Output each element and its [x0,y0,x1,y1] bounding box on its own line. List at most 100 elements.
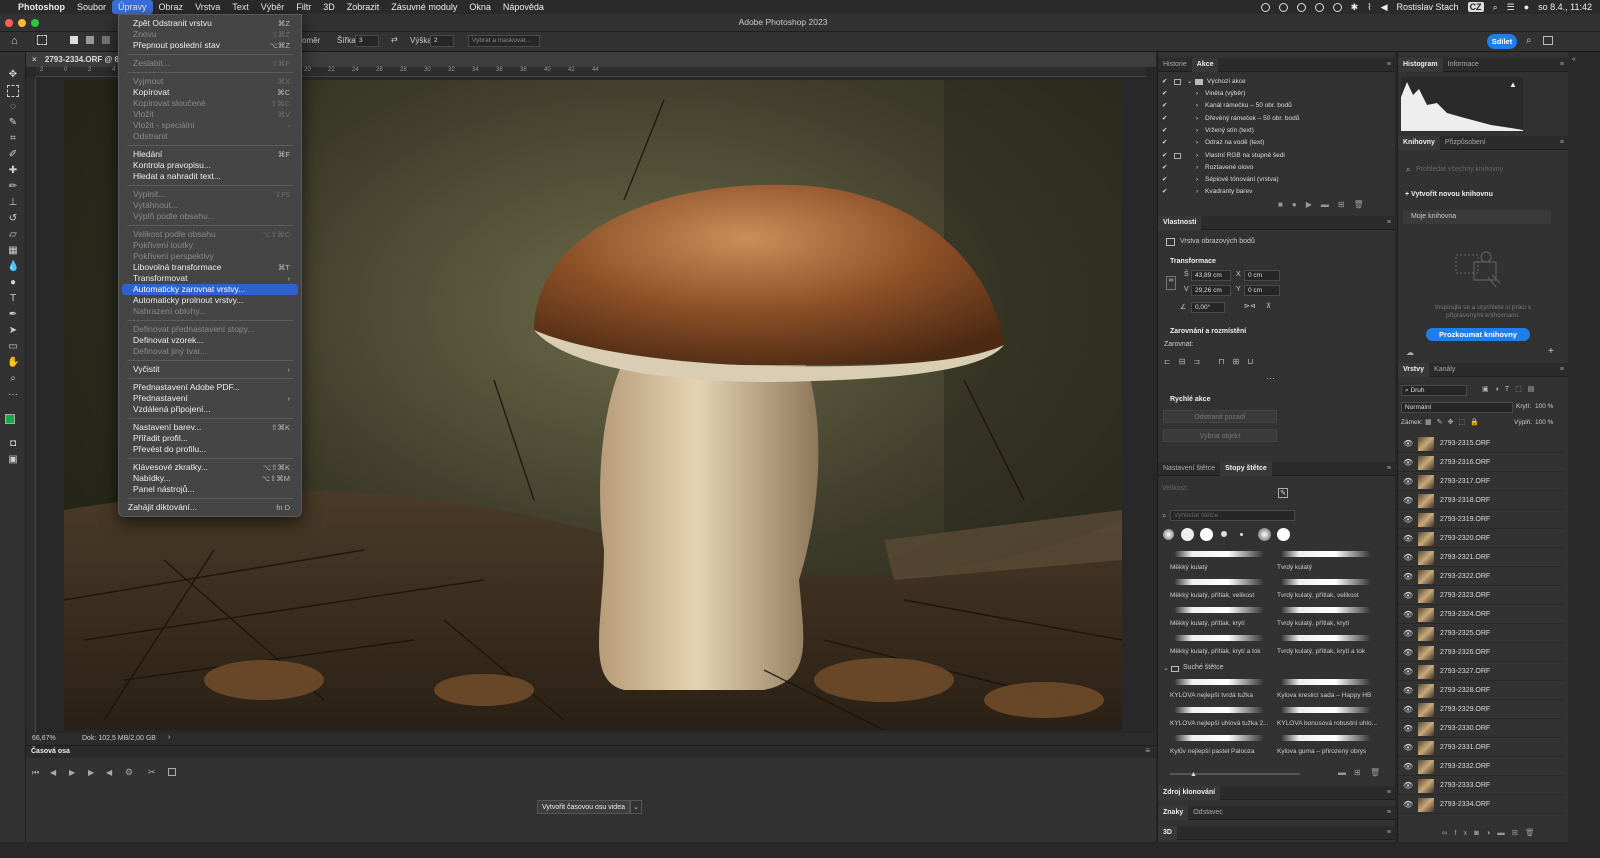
menu-item[interactable]: Nápověda [497,0,550,14]
edit-menu-item[interactable]: Hledat a nahradit text... [122,171,298,182]
brush-preset[interactable]: Měkký kulatý, přítlak, krytí [1170,604,1270,632]
share-button[interactable]: Sdílet [1487,34,1517,49]
menu-item[interactable]: Soubor [71,0,112,14]
close-document-icon[interactable]: × [32,55,37,64]
menu-item[interactable]: Obraz [153,0,190,14]
stop-icon[interactable]: ■ [1278,200,1292,209]
warning-icon[interactable]: ▲ [1509,80,1517,89]
layer-row[interactable]: 👁 2793-2319.ORF [1398,511,1563,529]
layer-row[interactable]: 👁 2793-2333.ORF [1398,777,1563,795]
edit-menu-item[interactable]: Kontrola pravopisu... [122,160,298,171]
layer-row[interactable]: 👁 2793-2334.ORF [1398,796,1563,814]
layer-row[interactable]: 👁 2793-2328.ORF [1398,682,1563,700]
filter-pixel-icon[interactable]: ▣ [1482,386,1495,393]
gradient-tool-icon[interactable]: ▦ [7,245,19,257]
align-right-icon[interactable]: ⊐ [1193,357,1208,366]
link-dimensions-icon[interactable]: ∞ [1166,276,1176,290]
checkmark-icon[interactable]: ✔ [1162,125,1167,137]
filter-smart-icon[interactable]: ▤ [1528,386,1541,393]
layer-row[interactable]: 👁 2793-2315.ORF [1398,435,1563,453]
edit-menu-item[interactable]: Pokřivení perspektivy [122,251,298,262]
menu-item[interactable]: Zobrazit [341,0,386,14]
new-layer-icon[interactable]: ⊞ [1512,828,1525,837]
expand-chevron-icon[interactable]: › [1196,100,1198,112]
lock-artboard-icon[interactable]: ⬚ [1458,419,1470,426]
menu-item[interactable]: 3D [317,0,341,14]
tab-3d[interactable]: 3D [1158,825,1177,840]
align-center-h-icon[interactable]: ⊟ [1179,357,1194,366]
library-search-input[interactable]: Prohledat všechny knihovny [1416,166,1556,177]
brush-tool-icon[interactable]: ✏ [7,181,19,193]
wifi-off-icon[interactable]: ⌇ [1367,2,1371,13]
marquee-tool-preset-icon[interactable] [37,35,47,45]
panel-menu-icon[interactable]: ≡ [1387,809,1395,816]
layer-row[interactable]: 👁 2793-2317.ORF [1398,473,1563,491]
new-brush-preset-icon[interactable]: ⊞ [1354,768,1361,777]
align-left-icon[interactable]: ⊏ [1164,357,1179,366]
tab-histogram[interactable]: Histogram [1398,57,1443,72]
checkmark-icon[interactable]: ✔ [1162,88,1167,100]
action-row[interactable]: ✔ › Viněta (výběr) [1158,88,1388,100]
panel-menu-icon[interactable]: ≡ [1387,61,1395,68]
play-action-icon[interactable]: ▶ [1306,200,1321,209]
checkmark-icon[interactable]: ✔ [1162,186,1167,198]
clock-icon[interactable] [1332,2,1342,12]
edit-menu-item[interactable]: Nabídky... ⌥⇧⌘M [122,473,298,484]
action-row[interactable]: ✔ › Vržený stín (text) [1158,125,1388,137]
action-set-row[interactable]: ✔ ⌄ Výchozí akce [1158,76,1388,88]
checkmark-icon[interactable]: ✔ [1162,100,1167,112]
filter-shape-icon[interactable]: ⬚ [1515,386,1528,393]
record-action-icon[interactable]: ● [1292,200,1306,209]
tab-paragraph[interactable]: Odstavec [1188,806,1228,820]
edit-menu-item[interactable]: Definovat vzorek... [122,335,298,346]
checkmark-icon[interactable]: ✔ [1162,174,1167,186]
layer-filter-select[interactable]: ⌕ Druh [1401,385,1467,396]
edit-menu-item[interactable]: Vyjmout ⌘X [122,76,298,87]
settings-gear-icon[interactable]: ⚙ [125,767,133,778]
edit-menu-item[interactable]: Zeslabit... ⇧⌘F [122,58,298,69]
zoom-tool-icon[interactable]: ⌕ [7,373,19,385]
edit-menu-item[interactable]: Definovat přednastavení stopy... [122,324,298,335]
edit-menu-item[interactable]: Pokřivení loutky [122,240,298,251]
edit-menu-item[interactable]: Nastavení barev... ⇧⌘K [122,422,298,433]
hand-tool-icon[interactable]: ✋ [7,357,19,369]
visibility-eye-icon[interactable]: 👁 [1403,610,1413,619]
flip-vertical-icon[interactable]: ⊼ [1266,302,1271,310]
screen-mode-icon[interactable]: ▣ [7,454,19,466]
tab-history[interactable]: Historie [1158,58,1192,72]
panel-menu-icon[interactable]: ≡ [1560,139,1568,146]
panel-menu-icon[interactable]: ≡ [1387,219,1395,226]
visibility-eye-icon[interactable]: 👁 [1403,800,1413,809]
previous-frame-icon[interactable]: ◀ [50,768,56,777]
new-action-icon[interactable]: ⊞ [1338,200,1354,209]
timeline-title[interactable]: Časová osa [31,748,70,755]
brush-preset[interactable]: KYLOVA nejlepší uhlová tužka 2... [1170,704,1270,732]
visibility-eye-icon[interactable]: 👁 [1403,534,1413,543]
edit-menu-item[interactable]: Zpět Odstranit vrstvu ⌘Z [122,18,298,29]
action-row[interactable]: ✔ › Sépiové tónování (vrstva) [1158,174,1388,186]
audio-icon[interactable]: ◀ [106,768,112,777]
slider-thumb-icon[interactable]: ▲ [1190,771,1197,778]
tab-libraries[interactable]: Knihovny [1398,135,1440,150]
lock-all-icon[interactable]: 🔒 [1470,419,1484,426]
brush-group-name[interactable]: Suché štětce [1183,664,1223,671]
clone-stamp-tool-icon[interactable]: ⊥ [7,197,19,209]
lock-transparency-icon[interactable]: ▦ [1425,419,1437,426]
delete-layer-icon[interactable]: 🗑 [1525,828,1542,837]
dodge-tool-icon[interactable]: ● [7,277,19,289]
brush-tip-dot-icon[interactable] [1240,533,1243,536]
brush-tip-hard-icon[interactable] [1181,528,1194,541]
filter-adjustment-icon[interactable]: ◑ [1495,386,1505,393]
layer-row[interactable]: 👁 2793-2327.ORF [1398,663,1563,681]
layer-style-icon[interactable]: fx [1454,828,1474,837]
add-selection-icon[interactable] [86,36,94,44]
lock-position-icon[interactable]: ✥ [1448,419,1459,426]
action-row[interactable]: ✔ › Kanál rámečku – 50 obr. bodů [1158,100,1388,112]
expand-chevron-icon[interactable]: › [1196,186,1198,198]
zoom-level[interactable]: 66,67% [32,735,56,742]
explore-libraries-button[interactable]: Prozkoumat knihovny [1426,328,1530,341]
collapse-panels-icon[interactable]: « [1572,56,1576,63]
edit-menu-item[interactable]: Kopírovat ⌘C [122,87,298,98]
lasso-tool-icon[interactable]: ◌ [7,101,19,113]
cloud-icon[interactable]: ☁ [1406,348,1414,357]
